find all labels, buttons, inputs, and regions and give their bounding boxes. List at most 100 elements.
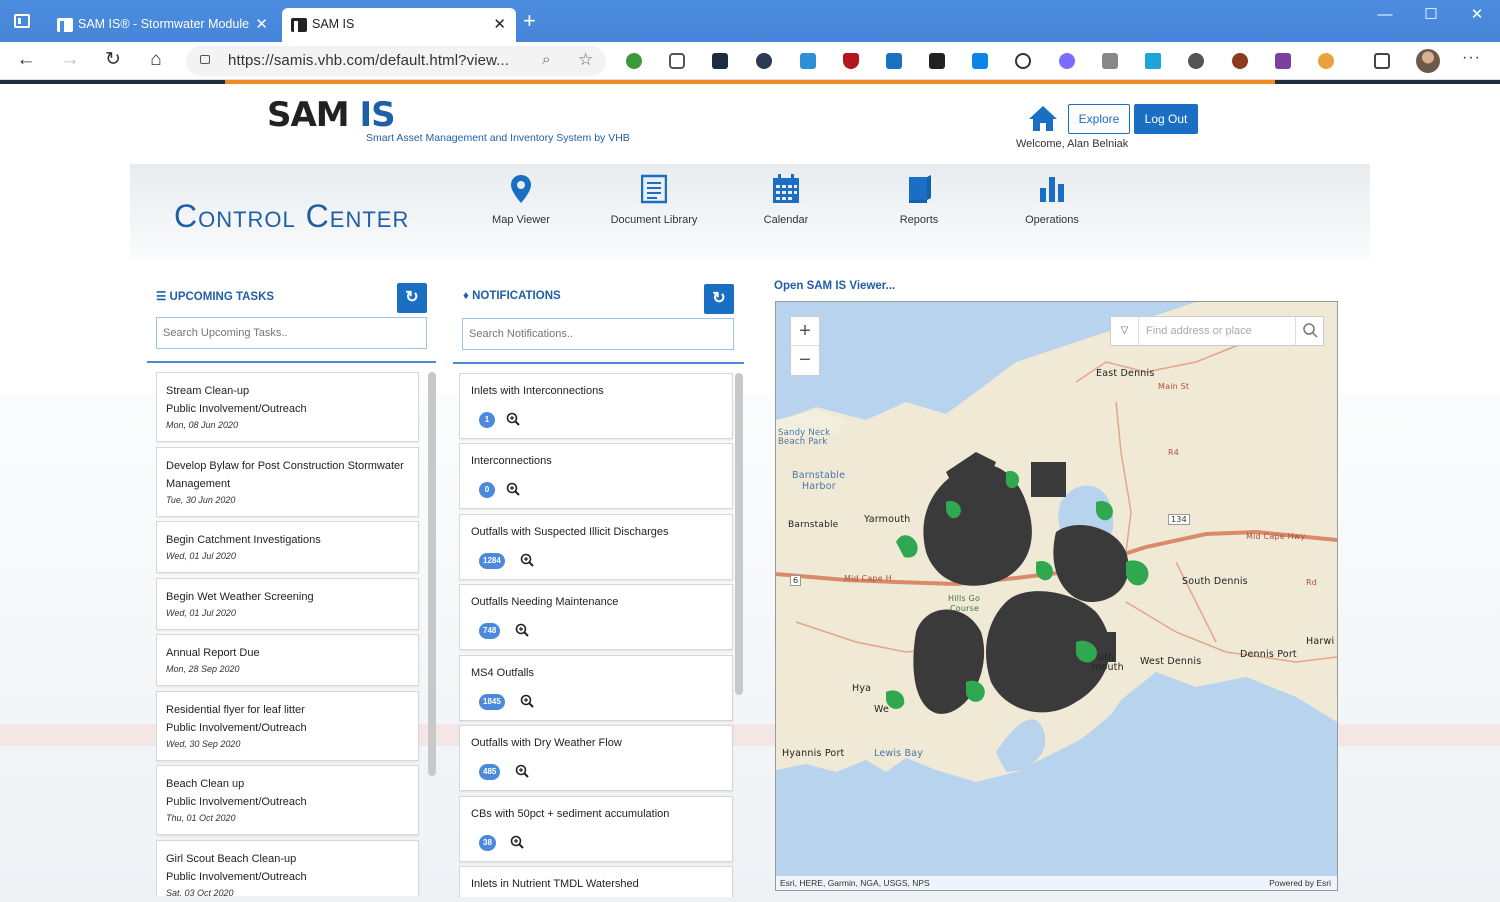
snowflake-extension-icon[interactable] (1059, 53, 1075, 69)
favorites-star-icon[interactable]: ☆ (578, 50, 593, 70)
play-extension-icon[interactable] (1145, 53, 1161, 69)
nav-label: Calendar (763, 214, 809, 226)
pocket-extension-icon[interactable] (669, 53, 685, 69)
notification-card[interactable]: MS4 Outfalls 1845 (459, 655, 733, 721)
bug-extension-icon[interactable] (1232, 53, 1248, 69)
notifications-list[interactable]: Inlets with Interconnections 1 Interconn… (459, 373, 735, 897)
map-search-input[interactable]: Find address or place (1146, 325, 1252, 337)
collections-icon[interactable] (1374, 53, 1390, 69)
task-card[interactable]: Stream Clean-up Public Involvement/Outre… (156, 372, 419, 442)
profile-avatar[interactable] (1416, 49, 1440, 73)
nav-map-viewer[interactable]: Map Viewer (466, 174, 576, 226)
map-label: Mid Cape H (844, 574, 892, 583)
task-card[interactable]: Residential flyer for leaf litter Public… (156, 691, 419, 761)
notification-card[interactable]: Outfalls Needing Maintenance 748 (459, 584, 733, 650)
forward-arrow-icon[interactable]: → (58, 49, 82, 73)
map-search-button[interactable] (1295, 317, 1323, 345)
zoom-out-button[interactable]: − (791, 346, 819, 375)
zoom-in-icon[interactable] (506, 482, 520, 496)
logout-button[interactable]: Log Out (1134, 104, 1198, 134)
zoom-in-icon[interactable] (515, 623, 529, 637)
library-extension-icon[interactable] (712, 53, 728, 69)
tab-actions-icon[interactable] (14, 14, 30, 28)
refresh-icon: ↻ (712, 290, 726, 307)
new-tab-button[interactable]: + (523, 10, 536, 32)
skype-extension-icon[interactable] (886, 53, 902, 69)
welcome-text: Welcome, Alan Belniak (1016, 138, 1129, 150)
maximize-button[interactable]: ☐ (1408, 0, 1454, 32)
more-menu-icon[interactable]: ··· (1462, 49, 1481, 67)
task-title: Annual Report Due (166, 647, 260, 659)
tasks-scrollbar[interactable] (428, 372, 436, 776)
refresh-icon: ↻ (405, 289, 419, 306)
map-label: Hya (852, 683, 872, 694)
nav-document-library[interactable]: Document Library (599, 174, 709, 226)
map-label: Mid Cape Hwy (1246, 532, 1306, 541)
task-card[interactable]: Girl Scout Beach Clean-up Public Involve… (156, 840, 419, 896)
buffer-extension-icon[interactable] (929, 53, 945, 69)
tasks-search-input[interactable] (156, 317, 427, 349)
nav-calendar[interactable]: Calendar (731, 174, 841, 226)
bowtie-extension-icon[interactable] (1275, 53, 1291, 69)
zoom-in-icon[interactable] (520, 553, 534, 567)
edge-extension-icon[interactable] (756, 53, 772, 69)
browser-tab-stormwater[interactable]: SAM IS® - Stormwater Module ✕ (48, 8, 278, 42)
tasks-list[interactable]: Stream Clean-up Public Involvement/Outre… (156, 372, 420, 896)
zoom-in-icon[interactable] (506, 412, 520, 426)
logo-tagline: Smart Asset Management and Inventory Sys… (366, 132, 630, 144)
home-icon[interactable]: ⌂ (144, 49, 168, 73)
open-viewer-link[interactable]: Open SAM IS Viewer... (774, 280, 895, 292)
reader-extension-icon[interactable] (800, 53, 816, 69)
explore-button[interactable]: Explore (1068, 104, 1130, 134)
home-icon[interactable] (1028, 104, 1058, 132)
task-card[interactable]: Annual Report Due Mon, 28 Sep 2020 (156, 634, 419, 686)
page-title: Control Center (174, 198, 410, 234)
nav-operations[interactable]: Operations (997, 174, 1107, 226)
notifications-scrollbar[interactable] (735, 373, 743, 695)
address-url[interactable]: https://samis.vhb.com/default.html?view.… (228, 52, 509, 69)
notifications-refresh-button[interactable]: ↻ (704, 284, 734, 314)
circle-extension-icon[interactable] (1188, 53, 1204, 69)
close-window-button[interactable]: ✕ (1454, 0, 1500, 32)
powered-by-text[interactable]: Powered by Esri (1269, 878, 1331, 888)
nav-reports[interactable]: Reports (864, 174, 974, 226)
notification-card[interactable]: Outfalls with Suspected Illicit Discharg… (459, 514, 733, 580)
close-tab-icon[interactable]: ✕ (255, 15, 268, 33)
tasks-divider (147, 361, 436, 363)
task-card[interactable]: Beach Clean up Public Involvement/Outrea… (156, 765, 419, 835)
zoom-icon[interactable]: ⌕ (542, 51, 550, 68)
task-date: Wed, 30 Sep 2020 (166, 739, 241, 749)
back-arrow-icon[interactable]: ← (14, 49, 38, 73)
zoom-in-icon[interactable] (510, 835, 524, 849)
zoom-in-button[interactable]: + (791, 317, 819, 346)
tasks-refresh-button[interactable]: ↻ (397, 283, 427, 313)
gear-extension-icon[interactable] (1318, 53, 1334, 69)
map-view[interactable]: East Dennis Main St Sandy Neck Beach Par… (775, 301, 1338, 891)
docs-extension-icon[interactable] (972, 53, 988, 69)
map-label: Harbor (802, 481, 836, 492)
task-date: Mon, 08 Jun 2020 (166, 420, 239, 430)
notifications-search-input[interactable] (462, 318, 734, 350)
task-card[interactable]: Begin Wet Weather Screening Wed, 01 Jul … (156, 578, 419, 630)
address-bar[interactable]: https://samis.vhb.com/default.html?view.… (186, 46, 606, 76)
samis-logo[interactable]: SAM IS (267, 98, 396, 132)
minimize-button[interactable]: — (1362, 0, 1408, 32)
evernote-extension-icon[interactable] (626, 53, 642, 69)
task-card[interactable]: Develop Bylaw for Post Construction Stor… (156, 447, 419, 517)
dropbox-extension-icon[interactable] (1102, 53, 1118, 69)
notification-card[interactable]: Outfalls with Dry Weather Flow 485 (459, 725, 733, 791)
onepassword-extension-icon[interactable] (1015, 53, 1031, 69)
ublock-extension-icon[interactable] (843, 53, 859, 69)
notification-card[interactable]: CBs with 50pct + sediment accumulation 3… (459, 796, 733, 862)
notifications-divider (453, 362, 744, 364)
reload-icon[interactable]: ↻ (101, 49, 125, 73)
zoom-in-icon[interactable] (520, 694, 534, 708)
chevron-down-icon[interactable]: ▽ (1111, 317, 1139, 345)
zoom-in-icon[interactable] (515, 764, 529, 778)
task-card[interactable]: Begin Catchment Investigations Wed, 01 J… (156, 521, 419, 573)
notification-card[interactable]: Inlets in Nutrient TMDL Watershed (459, 866, 733, 897)
browser-tab-samis[interactable]: SAM IS ✕ (282, 8, 516, 42)
notification-card[interactable]: Interconnections 0 (459, 443, 733, 509)
notification-card[interactable]: Inlets with Interconnections 1 (459, 373, 733, 439)
close-tab-icon[interactable]: ✕ (493, 15, 506, 33)
